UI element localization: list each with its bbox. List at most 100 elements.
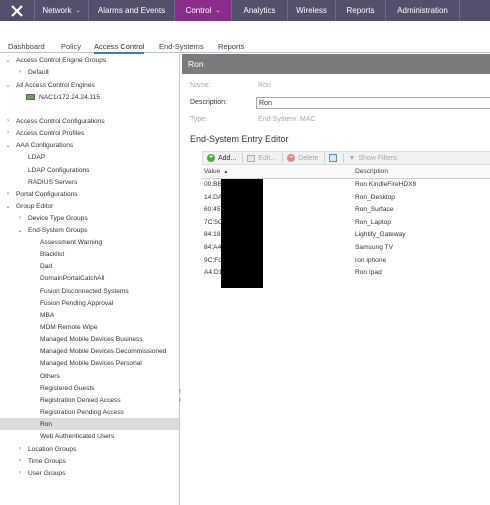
chevron-right-icon[interactable]: › bbox=[16, 458, 24, 464]
chevron-down-icon[interactable]: ⌄ bbox=[4, 57, 12, 64]
tree-node-label: MBA bbox=[40, 311, 55, 319]
nav-network-label: Network bbox=[42, 6, 72, 15]
tree-node-registration-pending-access[interactable]: Registration Pending Access bbox=[40, 406, 124, 418]
tree-node-group-editor[interactable]: ⌄ Group Editor bbox=[4, 200, 53, 212]
tree-node-location-groups[interactable]: › Location Groups bbox=[16, 443, 76, 455]
tree-node-managed-mobile-devices-business[interactable]: Managed Mobile Devices Business bbox=[40, 333, 143, 345]
nav-administration[interactable]: Administration bbox=[386, 0, 460, 21]
tree-node-radius-servers[interactable]: RADIUS Servers bbox=[28, 176, 77, 188]
chevron-right-icon[interactable]: › bbox=[16, 470, 24, 476]
tree-node-label: Blacklist bbox=[40, 250, 65, 258]
tree-node-label: Registration Denied Access bbox=[40, 396, 121, 404]
nav-control[interactable]: Control ⌄ bbox=[175, 0, 232, 21]
edit-button[interactable]: Edit... bbox=[247, 154, 277, 162]
add-button[interactable]: + Add... bbox=[207, 154, 236, 162]
tree-node-ron[interactable]: Ron bbox=[40, 418, 52, 430]
chevron-right-icon[interactable]: › bbox=[16, 69, 24, 75]
column-header-value-label: Value bbox=[204, 168, 221, 175]
tree-node-web-authenticated-users[interactable]: Web Authenticated Users bbox=[40, 430, 114, 442]
add-icon: + bbox=[207, 154, 215, 162]
nav-analytics-label: Analytics bbox=[243, 6, 276, 15]
tree-node-default[interactable]: › Default bbox=[16, 66, 49, 78]
tree-node-others[interactable]: Others bbox=[40, 370, 60, 382]
nav-wireless[interactable]: Wireless bbox=[288, 0, 336, 21]
chevron-down-icon[interactable]: ⌄ bbox=[4, 203, 12, 210]
tab-dashboard[interactable]: Dashboard bbox=[8, 42, 45, 51]
tree-node-registration-denied-access[interactable]: Registration Denied Access bbox=[40, 394, 121, 406]
name-value: Ron bbox=[258, 82, 271, 89]
chevron-right-icon[interactable]: › bbox=[4, 130, 12, 136]
toolbar-divider bbox=[282, 153, 284, 163]
nav-alarms-label: Alarms and Events bbox=[97, 6, 166, 15]
tree-node-access-control-configurations[interactable]: › Access Control Configurations bbox=[4, 115, 105, 127]
name-label: Name: bbox=[190, 82, 211, 89]
chevron-right-icon[interactable]: › bbox=[16, 446, 24, 452]
tree-node-label: End-System Groups bbox=[28, 226, 88, 234]
tree-node-managed-mobile-devices-personal[interactable]: Managed Mobile Devices Personal bbox=[40, 357, 142, 369]
tree-node-nac1[interactable]: NAC1/172.24.24.115 bbox=[26, 91, 100, 103]
tree-node-label: Access Control Profiles bbox=[16, 129, 85, 137]
tree-node-device-type-groups[interactable]: › Device Type Groups bbox=[16, 212, 88, 224]
tree-node-access-control-engine-groups[interactable]: ⌄ Access Control Engine Groups bbox=[4, 54, 106, 66]
tree-node-all-access-control-engines[interactable]: ⌄ All Access Control Engines bbox=[4, 79, 94, 91]
columns-button[interactable] bbox=[329, 154, 338, 162]
tree-node-domain-portal-catch-all[interactable]: DomainPortalCatchAll bbox=[40, 272, 105, 284]
tree-node-aaa-configurations[interactable]: ⌄ AAA Configurations bbox=[4, 139, 73, 151]
column-header-description[interactable]: Description bbox=[355, 168, 388, 175]
edit-label: Edit... bbox=[258, 154, 277, 162]
tree-node-label: Time Groups bbox=[28, 457, 66, 465]
tree-node-mba[interactable]: MBA bbox=[40, 309, 54, 321]
tree-node-user-groups[interactable]: › User Groups bbox=[16, 467, 65, 479]
tab-access-control[interactable]: Access Control bbox=[94, 42, 145, 54]
cell-value: 14:DA bbox=[204, 193, 223, 201]
tree-node-registered-guests[interactable]: Registered Guests bbox=[40, 382, 95, 394]
delete-button[interactable]: – Delete bbox=[287, 154, 318, 162]
redaction-block bbox=[221, 179, 263, 288]
nav-alarms-and-events[interactable]: Alarms and Events bbox=[89, 0, 175, 21]
tree-node-dad[interactable]: Dad bbox=[40, 260, 52, 272]
tree-node-time-groups[interactable]: › Time Groups bbox=[16, 455, 66, 467]
tab-end-systems[interactable]: End-Systems bbox=[159, 42, 204, 51]
show-filters-button[interactable]: ▼ Show Filters bbox=[348, 155, 396, 162]
type-label: Type: bbox=[190, 116, 208, 123]
tree-node-label: AAA Configurations bbox=[16, 141, 74, 149]
tree-node-managed-mobile-devices-decommissioned[interactable]: Managed Mobile Devices Decommissioned bbox=[40, 345, 166, 357]
tree-node-label: Registered Guests bbox=[40, 384, 95, 392]
tab-reports[interactable]: Reports bbox=[218, 42, 244, 51]
tree-node-label: MDM Remote Wipe bbox=[40, 323, 98, 331]
tree-node-fusion-pending-approval[interactable]: Fusion Pending Approval bbox=[40, 297, 113, 309]
extreme-logo-icon[interactable] bbox=[0, 0, 35, 21]
tree-node-ldap-configurations[interactable]: LDAP Configurations bbox=[28, 164, 89, 176]
tree-node-portal-configurations[interactable]: › Portal Configurations bbox=[4, 188, 78, 200]
tree-node-access-control-profiles[interactable]: › Access Control Profiles bbox=[4, 127, 84, 139]
chevron-down-icon[interactable]: ⌄ bbox=[4, 82, 12, 89]
column-header-value[interactable]: Value ▲ bbox=[204, 168, 228, 175]
description-field[interactable] bbox=[256, 97, 490, 109]
sub-tabs-bar: Dashboard Policy Access Control End-Syst… bbox=[0, 38, 490, 54]
nav-reports-label: Reports bbox=[346, 6, 375, 15]
panel-header: Ron bbox=[182, 54, 490, 74]
tree-node-mdm-remote-wipe[interactable]: MDM Remote Wipe bbox=[40, 321, 98, 333]
chevron-right-icon[interactable]: › bbox=[16, 215, 24, 221]
tree-node-end-system-groups[interactable]: ⌄ End-System Groups bbox=[16, 224, 87, 236]
chevron-right-icon[interactable]: › bbox=[4, 191, 12, 197]
edit-icon bbox=[247, 154, 256, 162]
tree-node-label: Access Control Configurations bbox=[16, 117, 105, 125]
tree-node-blacklist[interactable]: Blacklist bbox=[40, 248, 64, 260]
tree-node-label: Managed Mobile Devices Personal bbox=[40, 359, 142, 367]
chevron-down-icon[interactable]: ⌄ bbox=[16, 227, 24, 234]
nav-network[interactable]: Network ⌄ bbox=[35, 0, 89, 21]
toolbar-divider bbox=[343, 153, 345, 163]
tree-node-fusion-disconnected-systems[interactable]: Fusion Disconnected Systems bbox=[40, 285, 129, 297]
tree-node-ldap[interactable]: LDAP bbox=[28, 151, 45, 163]
cell-description: Ron_Desktop bbox=[355, 193, 395, 201]
chevron-down-icon[interactable]: ⌄ bbox=[4, 142, 12, 149]
tree-node-label: LDAP bbox=[28, 153, 46, 161]
nav-analytics[interactable]: Analytics bbox=[232, 0, 288, 21]
tree-node-assessment-warning[interactable]: Assessment Warning bbox=[40, 236, 102, 248]
chevron-right-icon[interactable]: › bbox=[4, 118, 12, 124]
navigation-tree: ⌄ Access Control Engine Groups › Default ⌄… bbox=[0, 54, 180, 505]
nav-reports[interactable]: Reports bbox=[336, 0, 386, 21]
tree-selection-highlight bbox=[0, 418, 179, 430]
tab-policy[interactable]: Policy bbox=[61, 42, 81, 51]
